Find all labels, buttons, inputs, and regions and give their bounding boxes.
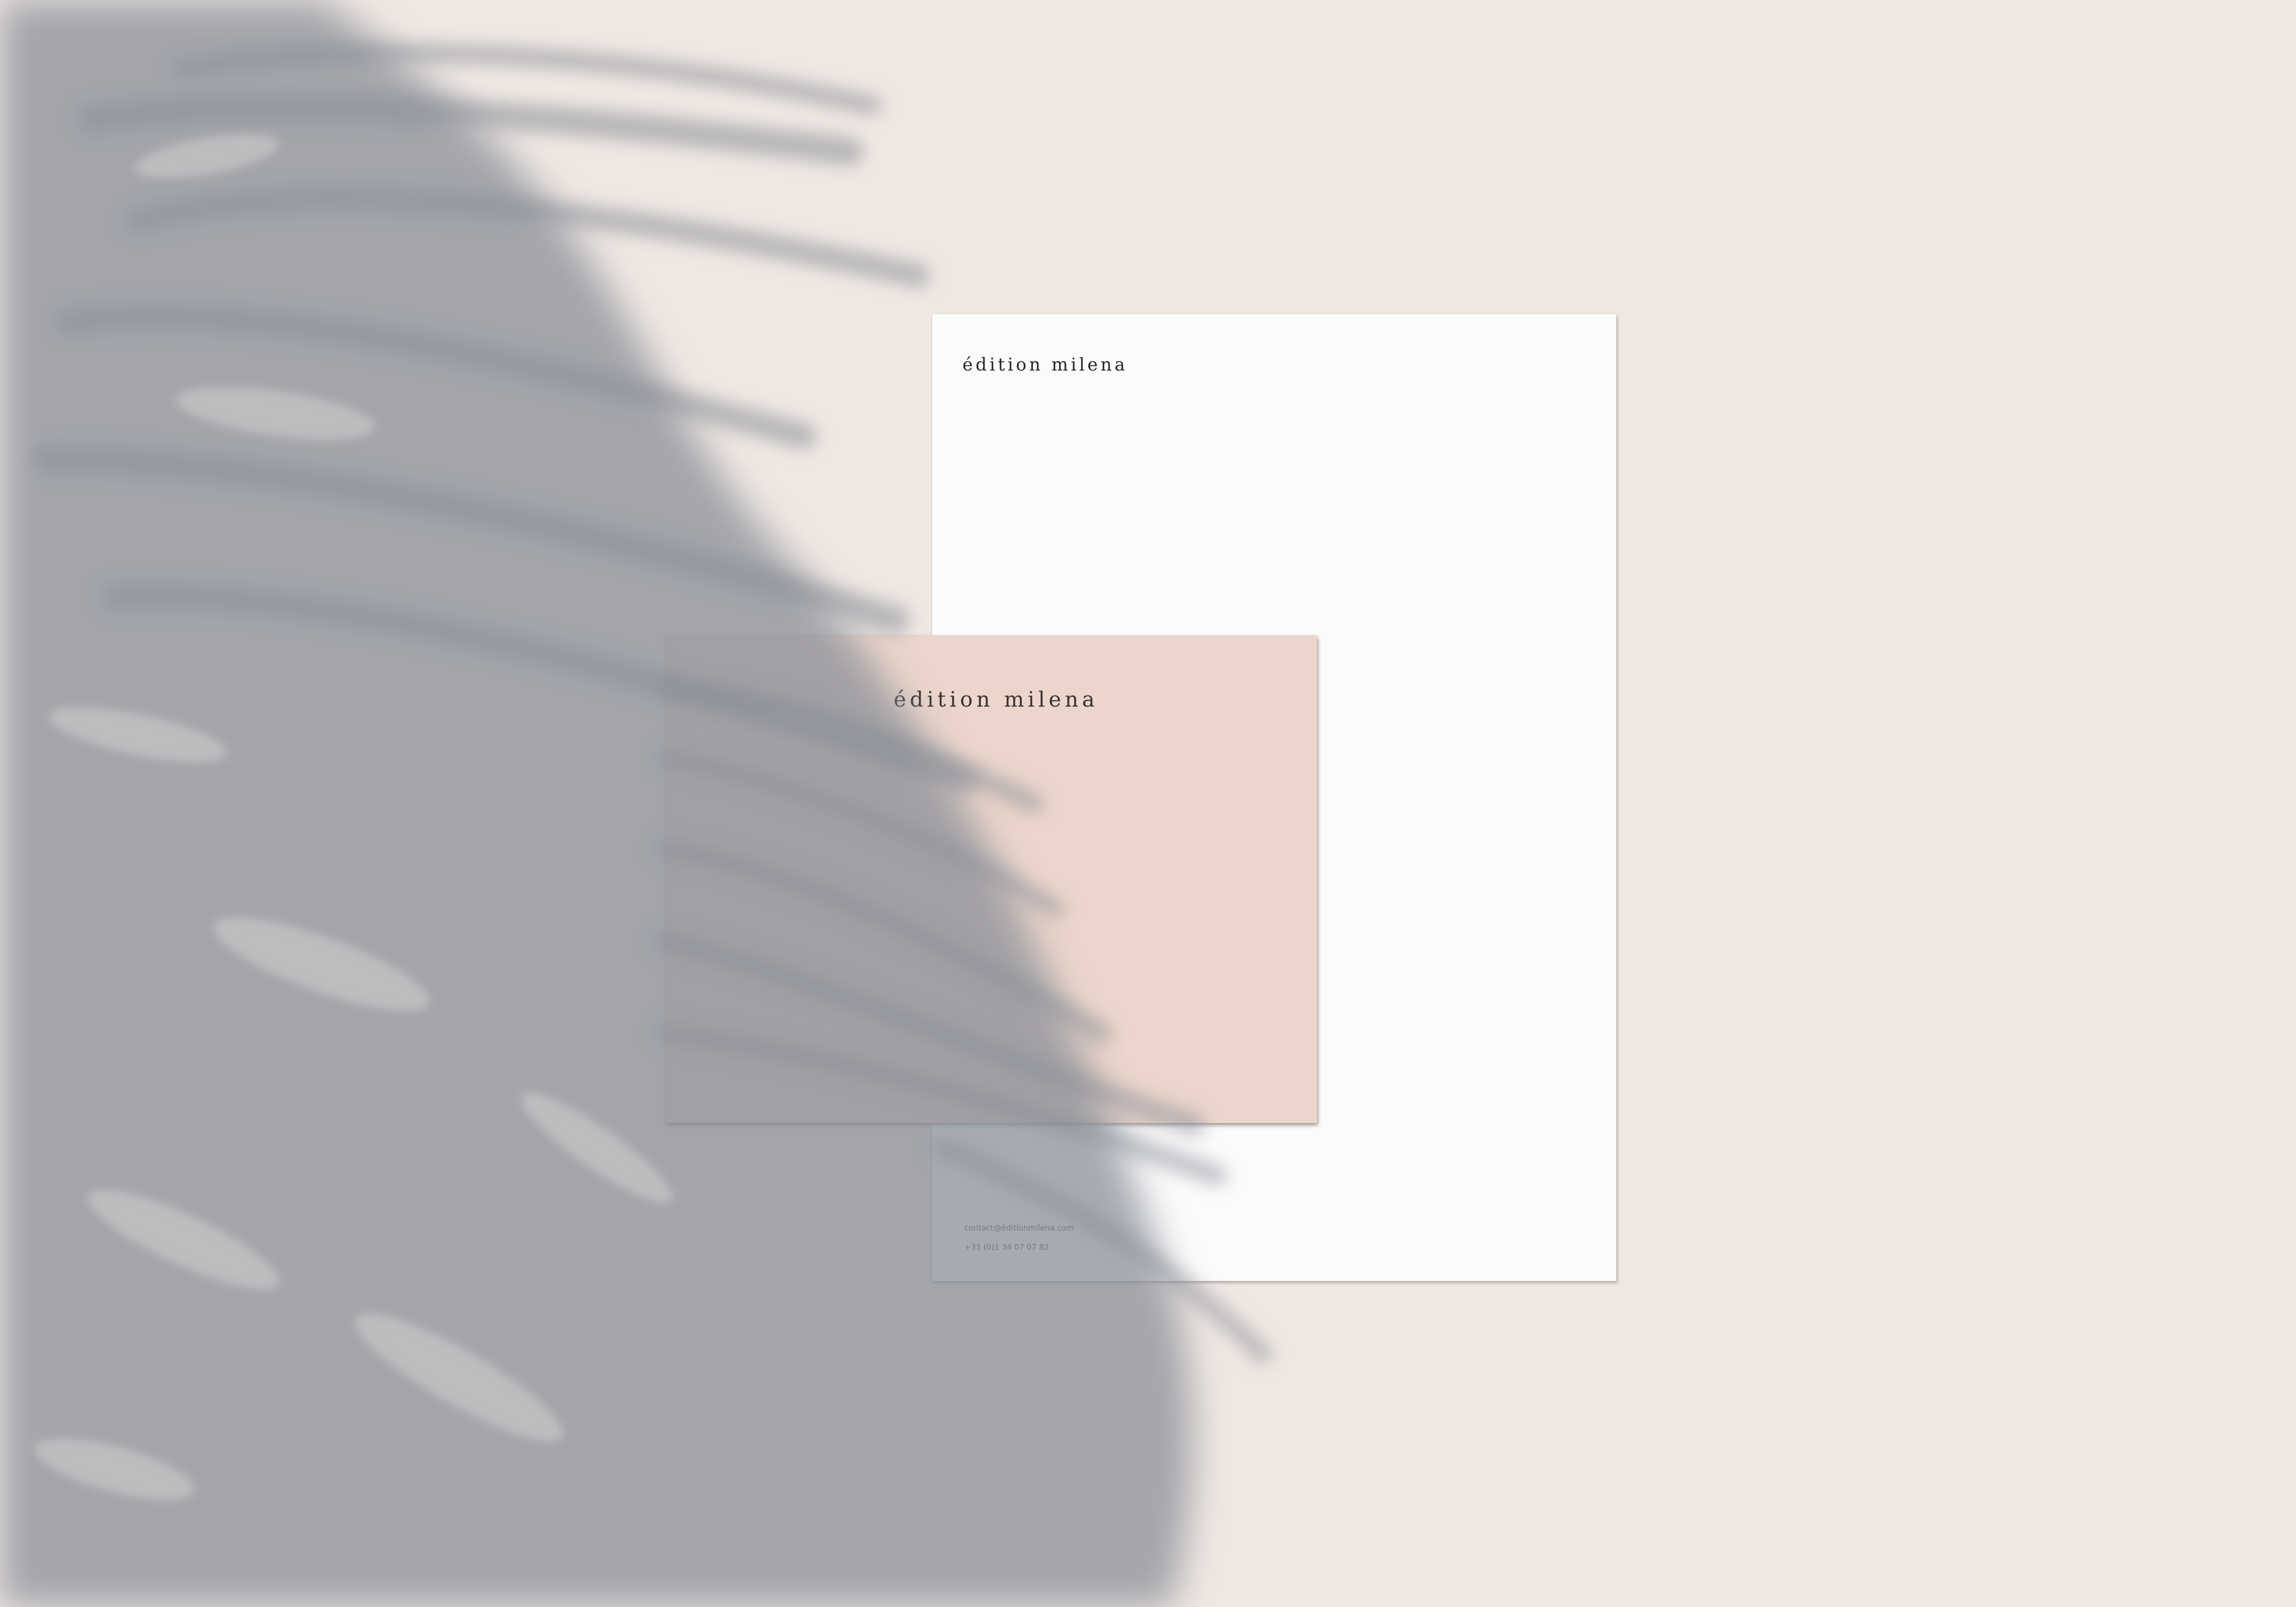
mockup-scene: édition milena contact@éditionmilena.com… xyxy=(0,0,2296,1607)
letterhead-phone: +33 (0)1 34 07 07 82 xyxy=(964,1243,1049,1252)
greeting-card: édition milena xyxy=(666,635,1317,1123)
letterhead-brand-wordmark: édition milena xyxy=(962,354,1128,375)
letterhead-contact-block: contact@éditionmilena.com +33 (0)1 34 07… xyxy=(964,1219,1074,1257)
card-brand-wordmark: édition milena xyxy=(894,687,1098,712)
letterhead-email: contact@éditionmilena.com xyxy=(964,1224,1074,1233)
